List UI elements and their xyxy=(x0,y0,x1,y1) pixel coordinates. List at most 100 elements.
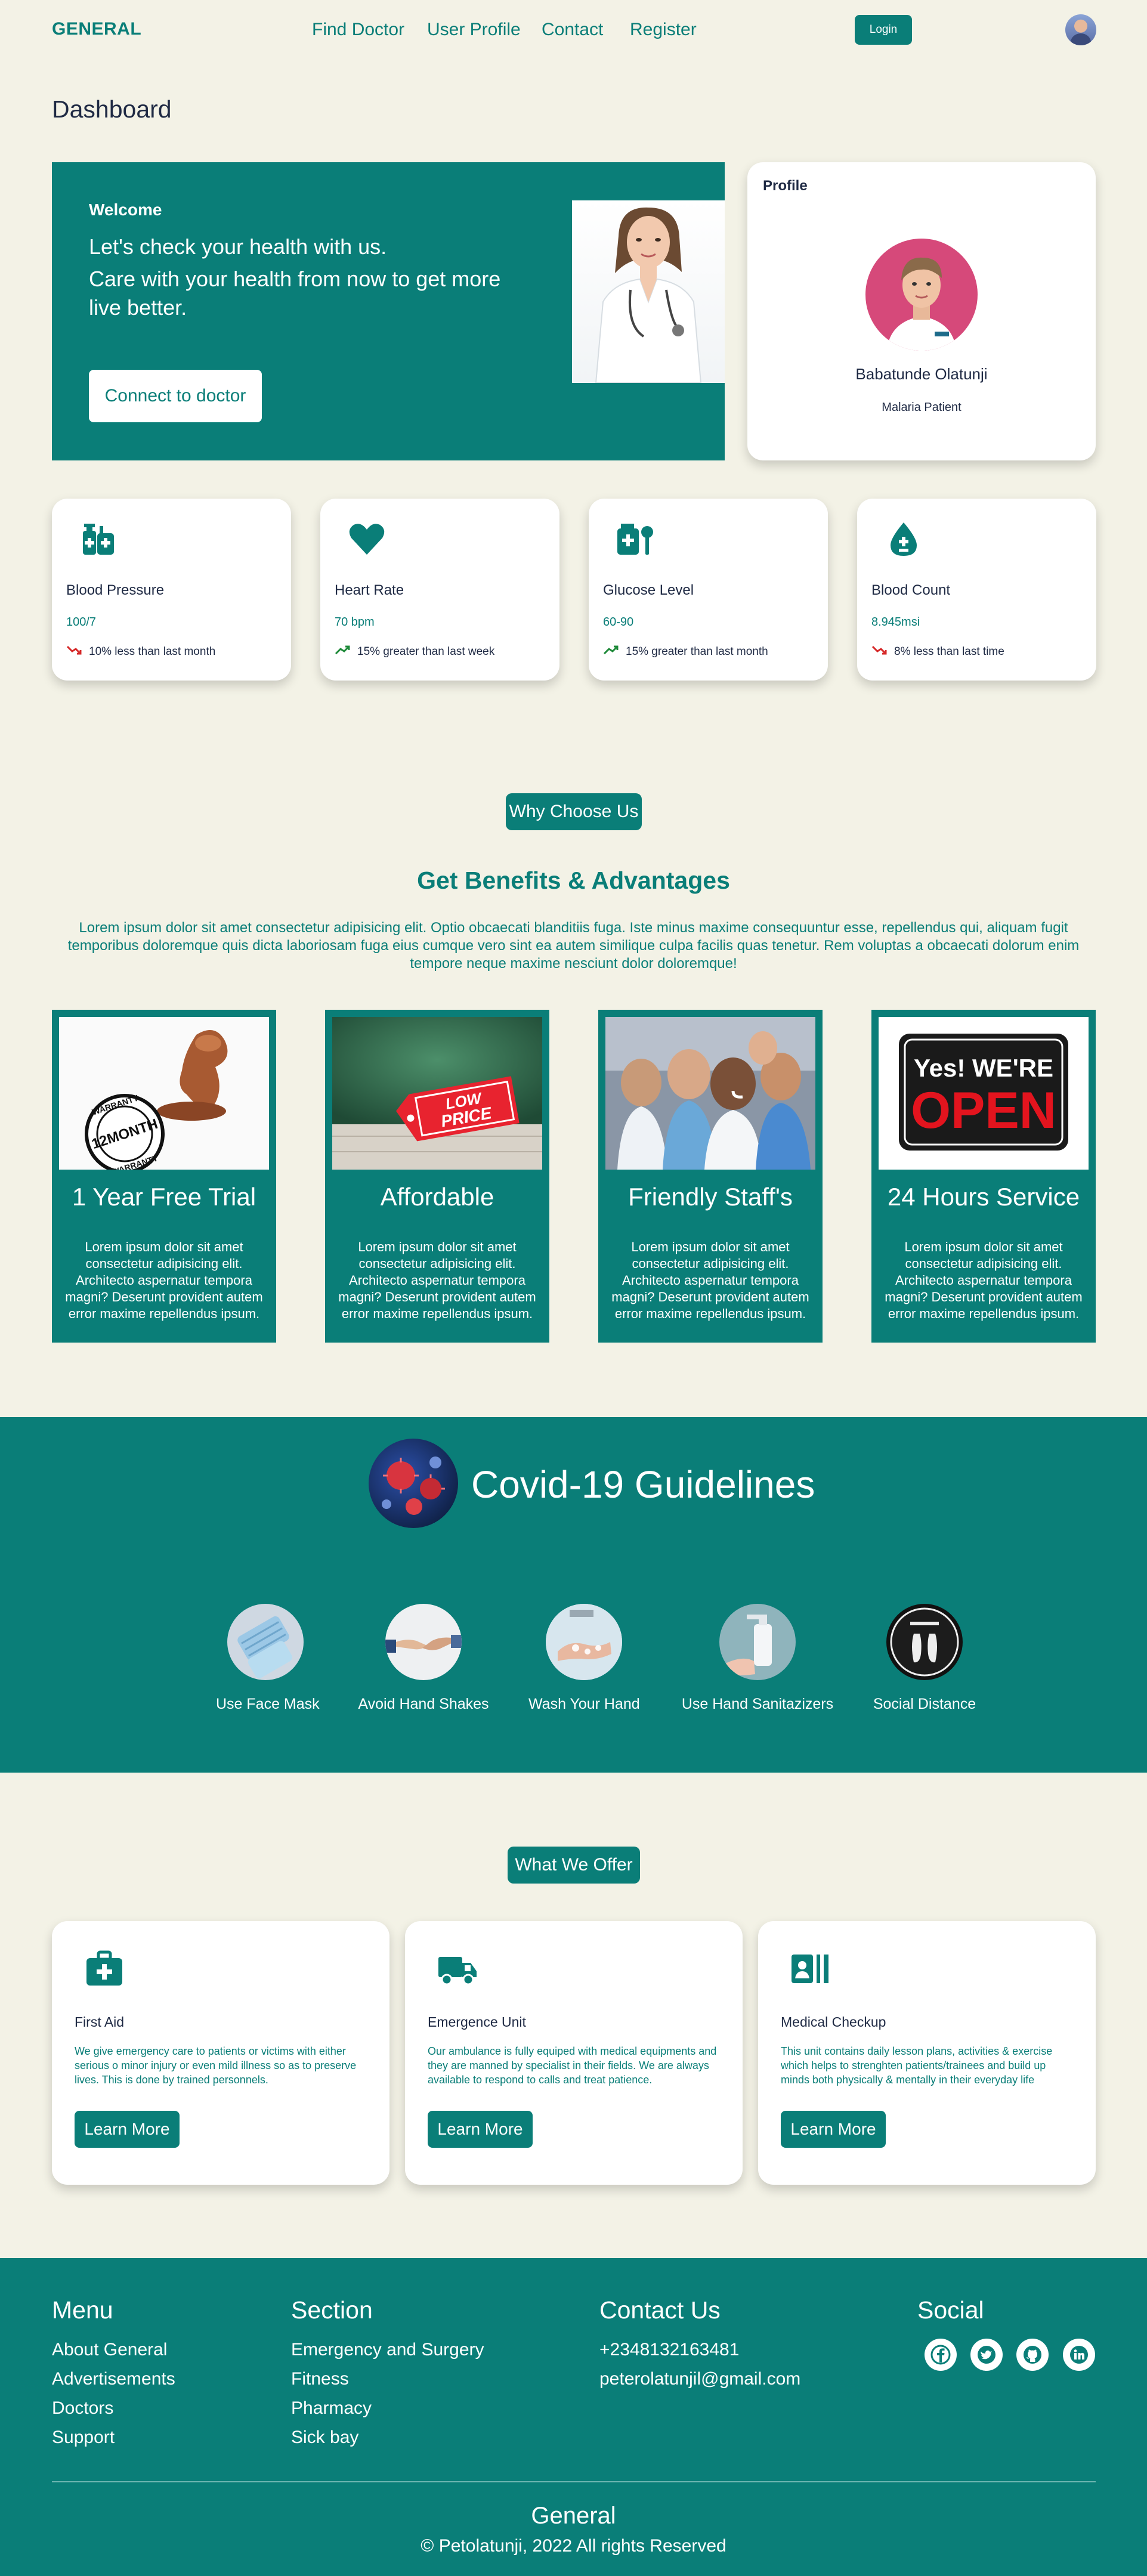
offer-card-first-aid: First Aid We give emergency care to pati… xyxy=(52,1921,389,2185)
footer-phone[interactable]: +2348132163481 xyxy=(599,2340,739,2360)
svg-text:Yes! WE'RE: Yes! WE'RE xyxy=(914,1054,1053,1082)
guideline-wash-hand: Wash Your Hand xyxy=(528,1604,640,1713)
stat-trend: 15% greater than last week xyxy=(335,644,494,660)
footer-link-about[interactable]: About General xyxy=(52,2340,167,2360)
footer-divider xyxy=(52,2481,1096,2482)
stat-trend: 10% less than last month xyxy=(66,644,215,660)
doctor-photo xyxy=(572,200,725,383)
profile-title: Profile xyxy=(763,178,808,194)
guideline-label: Avoid Hand Shakes xyxy=(358,1696,489,1712)
connect-doctor-button[interactable]: Connect to doctor xyxy=(89,370,262,422)
profile-photo xyxy=(865,239,978,351)
covid-title: Covid-19 Guidelines xyxy=(471,1463,815,1506)
twitter-icon[interactable] xyxy=(970,2339,1003,2371)
nav-find-doctor[interactable]: Find Doctor xyxy=(312,20,404,40)
trend-text: 8% less than last time xyxy=(894,645,1004,658)
login-button[interactable]: Login xyxy=(855,15,912,45)
stat-label: Blood Count xyxy=(871,582,951,598)
learn-more-button[interactable]: Learn More xyxy=(75,2111,180,2148)
stat-label: Heart Rate xyxy=(335,582,404,598)
warranty-stamp-image: 12MONTH WARRANTY WARRANTY xyxy=(59,1017,269,1170)
stat-label: Blood Pressure xyxy=(66,582,165,598)
nav-user-profile[interactable]: User Profile xyxy=(427,20,521,40)
stat-label: Glucose Level xyxy=(603,582,694,598)
welcome-line-3: live better. xyxy=(89,295,187,320)
footer-link-doctors[interactable]: Doctors xyxy=(52,2398,113,2419)
trend-text: 10% less than last month xyxy=(89,645,216,658)
benefit-text: Lorem ipsum dolor sit amet consectetur a… xyxy=(65,1239,263,1321)
footer-copyright: © Petolatunji, 2022 All rights Reserved xyxy=(421,2536,726,2556)
footer-social-heading: Social xyxy=(917,2296,984,2324)
learn-more-button[interactable]: Learn More xyxy=(781,2111,886,2148)
stat-card-blood-count[interactable]: Blood Count 8.945msi 8% less than last t… xyxy=(857,499,1096,681)
benefit-title: 1 Year Free Trial xyxy=(72,1183,256,1211)
sanitizer-image xyxy=(719,1604,796,1680)
benefits-heading: Get Benefits & Advantages xyxy=(417,867,730,894)
what-we-offer-pill: What We Offer xyxy=(508,1847,640,1884)
coronavirus-image xyxy=(369,1439,458,1528)
medical-staff-photo xyxy=(605,1017,815,1170)
trend-down-icon xyxy=(871,644,888,660)
benefit-text: Lorem ipsum dolor sit amet consectetur a… xyxy=(338,1239,536,1321)
guideline-avoid-handshakes: Avoid Hand Shakes xyxy=(358,1604,489,1713)
benefit-text: Lorem ipsum dolor sit amet consectetur a… xyxy=(611,1239,809,1321)
footer-link-support[interactable]: Support xyxy=(52,2427,115,2448)
stat-card-glucose-level[interactable]: Glucose Level 60-90 15% greater than las… xyxy=(589,499,828,681)
offer-card-emergence-unit: Emergence Unit Our ambulance is fully eq… xyxy=(405,1921,743,2185)
stat-trend: 8% less than last time xyxy=(871,644,1004,660)
user-avatar[interactable] xyxy=(1065,14,1096,45)
medical-kit-icon xyxy=(79,520,118,558)
page-title: Dashboard xyxy=(52,95,172,123)
footer-link-advertisements[interactable]: Advertisements xyxy=(52,2369,175,2389)
stat-value: 70 bpm xyxy=(335,616,375,629)
profile-card: Profile Babatunde Olatunji Malaria Patie… xyxy=(747,162,1096,460)
stat-value: 100/7 xyxy=(66,616,97,629)
footer-contact-heading: Contact Us xyxy=(599,2296,721,2324)
footer-brand: General xyxy=(531,2503,616,2529)
offer-card-medical-checkup: Medical Checkup This unit contains daily… xyxy=(758,1921,1096,2185)
benefit-card-24-hours: Yes! WE'RE OPEN 24 Hours Service Lorem i… xyxy=(871,1010,1096,1343)
benefit-title: Affordable xyxy=(380,1183,494,1211)
footer-link-fitness[interactable]: Fitness xyxy=(291,2369,349,2389)
offer-title: Emergence Unit xyxy=(428,2014,526,2030)
face-mask-image xyxy=(227,1604,304,1680)
site-footer: Menu About General Advertisements Doctor… xyxy=(0,2258,1147,2576)
stat-card-heart-rate[interactable]: Heart Rate 70 bpm 15% greater than last … xyxy=(320,499,559,681)
facebook-icon[interactable] xyxy=(925,2339,957,2371)
blood-drop-icon xyxy=(885,520,923,558)
why-choose-us-pill: Why Choose Us xyxy=(506,793,642,830)
learn-more-button[interactable]: Learn More xyxy=(428,2111,533,2148)
covid-guidelines-section: Covid-19 Guidelines Use Face Mask Avoid … xyxy=(0,1417,1147,1773)
svg-text:OPEN: OPEN xyxy=(911,1082,1056,1139)
medical-id-icon xyxy=(792,1950,830,1988)
welcome-line-1: Let's check your health with us. xyxy=(89,234,387,259)
welcome-line-2: Care with your health from now to get mo… xyxy=(89,267,501,291)
github-icon[interactable] xyxy=(1016,2339,1049,2371)
stat-card-blood-pressure[interactable]: Blood Pressure 100/7 10% less than last … xyxy=(52,499,291,681)
benefit-title: Friendly Staff's xyxy=(628,1183,793,1211)
welcome-card: Welcome Let's check your health with us.… xyxy=(52,162,725,460)
profile-name: Babatunde Olatunji xyxy=(855,365,988,383)
site-logo[interactable]: GENERAL xyxy=(52,19,141,39)
linkedin-icon[interactable] xyxy=(1063,2339,1095,2371)
guideline-label: Wash Your Hand xyxy=(528,1696,640,1712)
benefits-description: Lorem ipsum dolor sit amet consectetur a… xyxy=(67,920,1080,972)
benefit-card-friendly-staff: Friendly Staff's Lorem ipsum dolor sit a… xyxy=(598,1010,823,1343)
guideline-label: Social Distance xyxy=(873,1696,976,1712)
nav-contact[interactable]: Contact xyxy=(542,20,603,40)
first-aid-kit-icon xyxy=(85,1950,123,1988)
trend-text: 15% greater than last month xyxy=(626,645,768,658)
footer-link-sick-bay[interactable]: Sick bay xyxy=(291,2427,358,2448)
guideline-face-mask: Use Face Mask xyxy=(216,1604,320,1713)
footer-link-pharmacy[interactable]: Pharmacy xyxy=(291,2398,372,2419)
offer-title: Medical Checkup xyxy=(781,2014,886,2030)
open-sign-image: Yes! WE'RE OPEN xyxy=(879,1017,1089,1170)
welcome-title: Welcome xyxy=(89,200,162,219)
trend-text: 15% greater than last week xyxy=(357,645,495,658)
heart-icon xyxy=(348,520,386,558)
footer-email[interactable]: peterolatunjil@gmail.com xyxy=(599,2369,800,2389)
nav-register[interactable]: Register xyxy=(630,20,697,40)
trend-up-icon xyxy=(335,644,351,660)
footer-link-emergency[interactable]: Emergency and Surgery xyxy=(291,2340,484,2360)
benefit-card-free-trial: 12MONTH WARRANTY WARRANTY 1 Year Free Tr… xyxy=(52,1010,276,1343)
